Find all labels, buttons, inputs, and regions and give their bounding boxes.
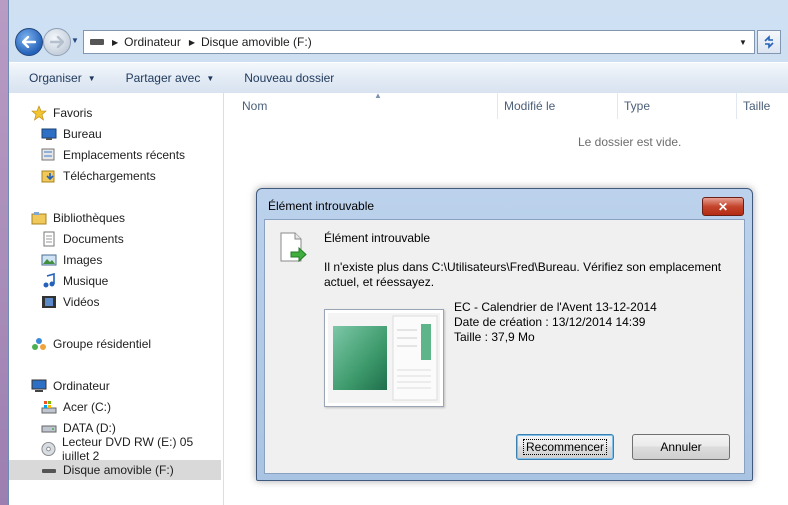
nav-item-label: Bureau [63,127,102,141]
nav-item-music[interactable]: Musique [41,271,108,291]
libraries-icon [31,212,47,225]
caret-down-icon: ▼ [87,73,96,83]
share-label: Partager avec [125,71,201,85]
chevron-right-icon[interactable]: ▶ [112,38,118,47]
nav-item-pictures[interactable]: Images [41,250,102,270]
nav-item-dvd-drive[interactable]: Lecteur DVD RW (E:) 05 juillet 2 [41,435,223,463]
column-header-label: Nom [242,99,268,113]
nav-item-recent-places[interactable]: Emplacements récents [41,145,185,165]
nav-item-label: Musique [63,274,109,288]
system-drive-icon [41,401,57,414]
column-header-name[interactable]: Nom ▲ [236,91,498,119]
nav-item-removable-disk[interactable]: Disque amovible (F:) [9,460,221,480]
navigation-pane: Favoris Bureau Emplacements récents Télé… [9,93,224,505]
pictures-icon [41,254,57,266]
nav-item-videos[interactable]: Vidéos [41,292,99,312]
back-button[interactable] [15,28,43,56]
command-bar: Organiser ▼ Partager avec ▼ Nouveau doss… [9,62,788,94]
nav-item-label: Documents [63,232,124,246]
close-icon: ✕ [717,199,729,214]
downloads-folder-icon [41,170,55,183]
nav-item-documents[interactable]: Documents [41,229,124,249]
nav-item-label: Acer (C:) [63,400,111,414]
refresh-button[interactable] [757,30,781,54]
documents-icon [43,231,55,247]
hard-drive-icon [41,425,57,433]
sort-ascending-icon: ▲ [374,91,382,100]
breadcrumb-computer[interactable]: Ordinateur [124,35,181,49]
organize-button[interactable]: Organiser ▼ [19,71,106,85]
column-header-modified[interactable]: Modifié le [497,93,617,119]
drive-icon [90,39,104,45]
dialog-message: Il n'existe plus dans C:\Utilisateurs\Fr… [324,260,722,289]
back-arrow-icon [22,36,36,48]
organize-label: Organiser [29,71,82,85]
nav-item-label: Disque amovible (F:) [63,463,174,477]
close-button[interactable]: ✕ [702,197,744,216]
file-name: EC - Calendrier de l'Avent 13-12-2014 [454,300,657,314]
nav-item-label: Emplacements récents [63,148,186,162]
nav-computer-label: Ordinateur [53,379,110,393]
column-header-type[interactable]: Type [617,93,736,119]
nav-homegroup-label: Groupe résidentiel [53,337,152,351]
retry-button[interactable]: Recommencer [516,434,614,460]
breadcrumb-removable-disk[interactable]: Disque amovible (F:) [201,35,312,49]
nav-computer[interactable]: Ordinateur [31,376,110,396]
music-icon [43,273,55,288]
refresh-icon [764,35,774,49]
nav-favorites-label: Favoris [53,106,93,120]
nav-libraries-label: Bibliothèques [53,211,126,225]
chevron-right-icon[interactable]: ▶ [189,38,195,47]
nav-item-downloads[interactable]: Téléchargements [41,166,156,186]
address-row: ▼ ▶ Ordinateur ▶ Disque amovible (F:) ▼ [9,22,788,60]
homegroup-icon [32,338,46,350]
file-size: Taille : 37,9 Mo [454,330,535,344]
nav-homegroup[interactable]: Groupe résidentiel [31,334,151,354]
column-header-label: Taille [743,99,771,113]
nav-item-label: Lecteur DVD RW (E:) 05 juillet 2 [61,435,194,463]
nav-libraries[interactable]: Bibliothèques [31,208,125,228]
videos-icon [42,296,56,308]
nav-item-label: Images [63,253,103,267]
dialog-heading: Élément introuvable [324,231,431,245]
cancel-button[interactable]: Annuler [632,434,730,460]
recent-places-icon [41,148,55,161]
removable-drive-icon [42,469,56,473]
nav-item-label: Vidéos [63,295,100,309]
nav-item-label: DATA (D:) [63,421,116,435]
forward-button[interactable] [43,28,71,56]
file-moved-icon [280,232,307,263]
computer-icon [31,379,47,392]
file-info: EC - Calendrier de l'Avent 13-12-2014 Da… [454,300,657,345]
column-header-label: Modifié le [504,99,556,113]
file-thumbnail [324,309,444,407]
new-folder-label: Nouveau dossier [244,71,335,85]
empty-folder-message: Le dossier est vide. [578,135,682,149]
share-button[interactable]: Partager avec ▼ [116,71,225,85]
cancel-label: Annuler [660,440,702,454]
nav-item-label: Téléchargements [63,169,156,183]
address-dropdown[interactable]: ▼ [736,31,750,53]
file-created: Date de création : 13/12/2014 14:39 [454,315,646,329]
column-header-size[interactable]: Taille [736,93,788,119]
nav-item-drive-c[interactable]: Acer (C:) [41,397,111,417]
dvd-icon [41,441,56,457]
recent-pages-dropdown[interactable]: ▼ [71,36,81,46]
dialog-body: Élément introuvable Il n'existe plus dan… [264,219,745,474]
nav-favorites[interactable]: Favoris [31,103,92,123]
caret-down-icon: ▼ [206,73,215,83]
nav-item-desktop[interactable]: Bureau [41,124,102,144]
new-folder-button[interactable]: Nouveau dossier [234,71,344,85]
star-icon [31,105,47,121]
thumbnail-preview-image [328,313,440,403]
column-header-label: Type [624,99,651,113]
desktop-icon [41,128,57,140]
item-not-found-dialog: Élément introuvable ✕ Élément introuvabl… [256,188,753,481]
address-bar[interactable]: ▶ Ordinateur ▶ Disque amovible (F:) ▼ [83,30,755,54]
retry-label: Recommencer [522,439,608,455]
dialog-title: Élément introuvable [268,199,375,213]
forward-arrow-icon [50,36,64,48]
